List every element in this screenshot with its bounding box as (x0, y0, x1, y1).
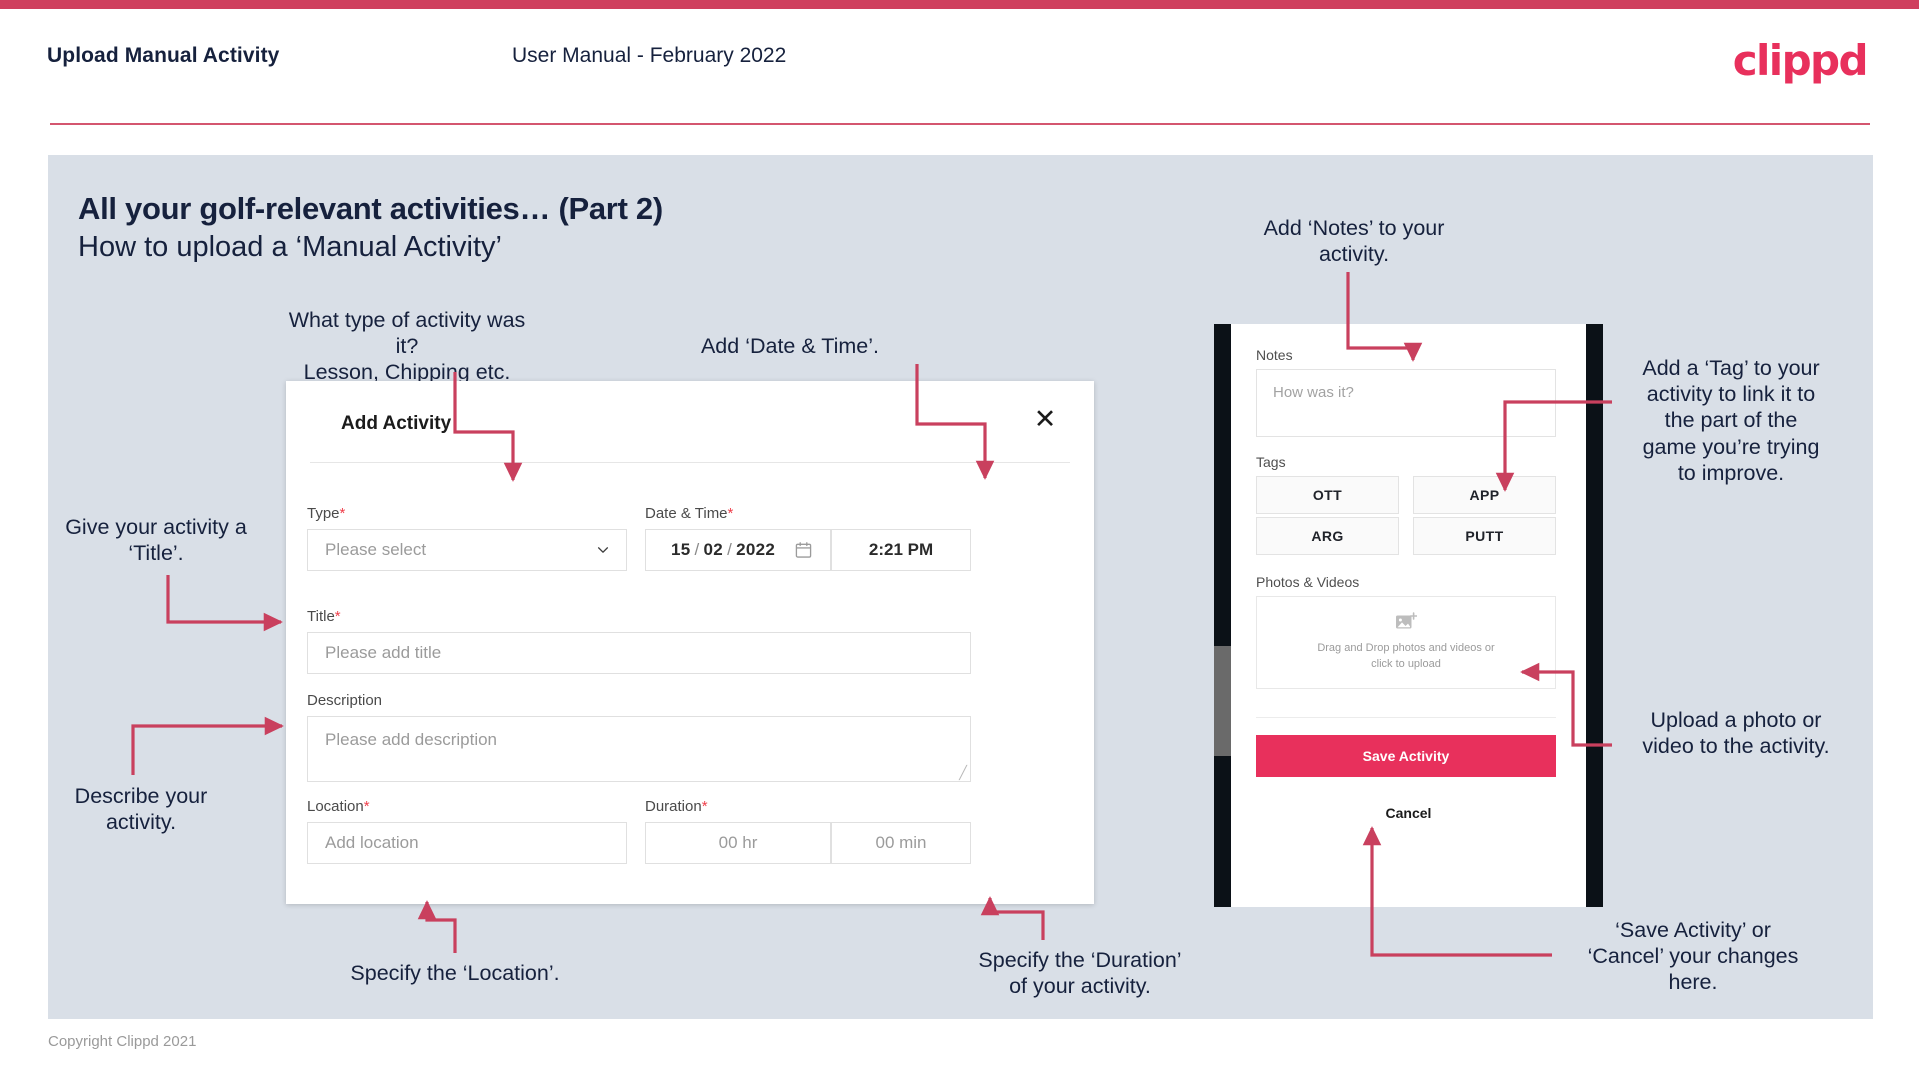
datetime-label-text: Date & Time (645, 505, 728, 522)
duration-label: Duration* (645, 798, 708, 815)
close-icon[interactable]: ✕ (1029, 403, 1061, 435)
callout-description: Describe your activity. (74, 784, 208, 835)
phone-screen: Notes How was it? Tags OTT APP ARG PUTT … (1231, 324, 1586, 907)
document-subtitle: User Manual - February 2022 (512, 44, 787, 67)
date-sep-1: / (694, 540, 700, 559)
phone-side-button (1214, 646, 1231, 756)
callout-save: ‘Save Activity’ or ‘Cancel’ your changes… (1587, 918, 1799, 995)
title-label-text: Title (307, 608, 335, 625)
type-label-text: Type (307, 505, 340, 522)
add-activity-dialog: Add Activity ✕ Type* Please select Date … (286, 381, 1094, 904)
description-label: Description (307, 692, 382, 709)
callout-tag: Add a ‘Tag’ to your activity to link it … (1642, 356, 1820, 485)
phone-bezel-right (1586, 324, 1603, 907)
photos-label: Photos & Videos (1256, 574, 1360, 590)
add-image-icon (1396, 612, 1417, 629)
slide-subtitle: How to upload a ‘Manual Activity’ (78, 231, 502, 263)
description-placeholder: Please add description (325, 730, 498, 749)
location-placeholder: Add location (325, 833, 419, 852)
duration-required-mark: * (701, 798, 708, 815)
location-required-mark: * (363, 798, 370, 815)
header-divider (50, 123, 1870, 125)
callout-location: Specify the ‘Location’. (350, 961, 560, 985)
page-title: Upload Manual Activity (47, 44, 280, 67)
date-input[interactable]: 15/02/2022 (645, 529, 831, 571)
location-label-text: Location (307, 798, 364, 815)
callout-datetime: Add ‘Date & Time’. (700, 334, 880, 358)
date-sep-2: / (727, 540, 733, 559)
phone-divider (1256, 717, 1556, 718)
clippd-logo: clippd (1732, 36, 1869, 85)
tags-label: Tags (1256, 454, 1286, 470)
description-textarea[interactable]: Please add description ╱ (307, 716, 971, 782)
chevron-down-icon (597, 547, 609, 553)
callout-title: Give your activity a ‘Title’. (65, 515, 247, 566)
datetime-required-mark: * (727, 505, 734, 522)
notes-textarea[interactable]: How was it? (1256, 369, 1556, 437)
tag-button-putt[interactable]: PUTT (1413, 517, 1556, 555)
notes-placeholder: How was it? (1273, 384, 1354, 401)
datetime-label: Date & Time* (645, 505, 733, 522)
time-input[interactable]: 2:21 PM (831, 529, 971, 571)
date-value-group: 15/02/2022 (646, 540, 775, 560)
type-select[interactable]: Please select (307, 529, 627, 571)
time-value: 2:21 PM (868, 540, 934, 559)
location-label: Location* (307, 798, 370, 815)
duration-hours-input[interactable]: 00 hr (645, 822, 831, 864)
tag-button-arg[interactable]: ARG (1256, 517, 1399, 555)
phone-mockup: Notes How was it? Tags OTT APP ARG PUTT … (1214, 324, 1603, 907)
cancel-button[interactable]: Cancel (1231, 805, 1586, 821)
tag-button-ott[interactable]: OTT (1256, 476, 1399, 514)
dialog-divider (310, 462, 1070, 463)
callout-type: What type of activity was it? Lesson, Ch… (288, 308, 526, 385)
duration-minutes-placeholder: 00 min (875, 833, 927, 852)
phone-bezel-left (1214, 324, 1231, 907)
top-accent-bar (0, 0, 1919, 9)
notes-label: Notes (1256, 347, 1293, 363)
tag-button-app[interactable]: APP (1413, 476, 1556, 514)
title-placeholder: Please add title (325, 643, 442, 662)
date-day: 15 (671, 540, 691, 559)
duration-minutes-input[interactable]: 00 min (831, 822, 971, 864)
callout-duration: Specify the ‘Duration’ of your activity. (978, 948, 1182, 999)
date-month: 02 (703, 540, 724, 559)
callout-notes: Add ‘Notes’ to your activity. (1263, 216, 1445, 267)
photo-upload-dropzone[interactable]: Drag and Drop photos and videos or click… (1256, 596, 1556, 689)
title-required-mark: * (334, 608, 341, 625)
date-year: 2022 (736, 540, 776, 559)
resize-handle-icon[interactable]: ╱ (959, 766, 967, 779)
duration-hours-placeholder: 00 hr (718, 833, 758, 852)
footer-copyright: Copyright Clippd 2021 (48, 1033, 197, 1050)
description-label-text: Description (307, 692, 383, 709)
dialog-title: Add Activity (341, 413, 452, 434)
title-input[interactable]: Please add title (307, 632, 971, 674)
location-input[interactable]: Add location (307, 822, 627, 864)
title-label: Title* (307, 608, 341, 625)
save-activity-button[interactable]: Save Activity (1256, 735, 1556, 777)
dropzone-text: Drag and Drop photos and videos or click… (1317, 642, 1495, 670)
calendar-icon[interactable] (795, 542, 812, 559)
type-label: Type* (307, 505, 345, 522)
duration-label-text: Duration (645, 798, 702, 815)
type-placeholder: Please select (325, 540, 427, 559)
type-required-mark: * (339, 505, 346, 522)
slide-title: All your golf-relevant activities… (Part… (78, 191, 663, 226)
callout-upload: Upload a photo or video to the activity. (1642, 708, 1830, 759)
